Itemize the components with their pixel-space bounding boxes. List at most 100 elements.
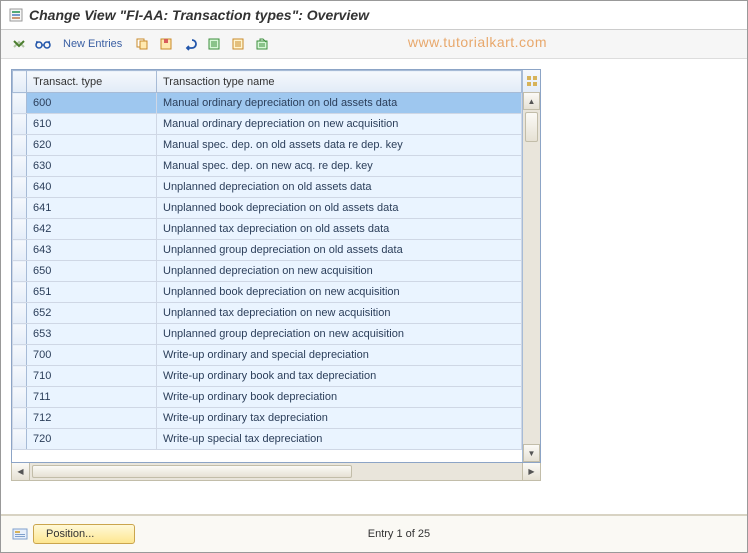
row-handle[interactable]: [13, 156, 27, 177]
row-handle[interactable]: [13, 429, 27, 450]
cell-type-code[interactable]: 643: [27, 240, 157, 261]
cell-type-name[interactable]: Write-up special tax depreciation: [157, 429, 522, 450]
row-handle[interactable]: [13, 198, 27, 219]
cell-type-name[interactable]: Write-up ordinary tax depreciation: [157, 408, 522, 429]
deselect-all-icon[interactable]: [228, 34, 248, 54]
column-header-name[interactable]: Transaction type name: [157, 71, 522, 93]
cell-type-code[interactable]: 652: [27, 303, 157, 324]
cell-type-code[interactable]: 641: [27, 198, 157, 219]
cell-type-name[interactable]: Unplanned tax depreciation on old assets…: [157, 219, 522, 240]
cell-type-name[interactable]: Write-up ordinary book depreciation: [157, 387, 522, 408]
cell-type-code[interactable]: 640: [27, 177, 157, 198]
cell-type-code[interactable]: 610: [27, 114, 157, 135]
cell-type-name[interactable]: Unplanned depreciation on old assets dat…: [157, 177, 522, 198]
position-icon: [11, 527, 29, 541]
table-row[interactable]: 642Unplanned tax depreciation on old ass…: [13, 219, 522, 240]
table-row[interactable]: 620Manual spec. dep. on old assets data …: [13, 135, 522, 156]
scroll-up-icon[interactable]: ▲: [523, 92, 540, 110]
table-row[interactable]: 652Unplanned tax depreciation on new acq…: [13, 303, 522, 324]
cell-type-code[interactable]: 620: [27, 135, 157, 156]
cell-type-code[interactable]: 710: [27, 366, 157, 387]
table-row[interactable]: 650Unplanned depreciation on new acquisi…: [13, 261, 522, 282]
title-bar: Change View "FI-AA: Transaction types": …: [1, 1, 747, 30]
cell-type-name[interactable]: Write-up ordinary book and tax depreciat…: [157, 366, 522, 387]
grid-settings-icon[interactable]: [522, 70, 540, 92]
entry-status-text: Entry 1 of 25: [368, 528, 430, 540]
row-handle[interactable]: [13, 261, 27, 282]
cell-type-name[interactable]: Manual ordinary depreciation on new acqu…: [157, 114, 522, 135]
row-handle[interactable]: [13, 219, 27, 240]
row-handle[interactable]: [13, 387, 27, 408]
row-handle[interactable]: [13, 93, 27, 114]
row-handle[interactable]: [13, 240, 27, 261]
hscroll-thumb[interactable]: [32, 465, 352, 478]
cell-type-name[interactable]: Unplanned book depreciation on new acqui…: [157, 282, 522, 303]
cell-type-name[interactable]: Unplanned book depreciation on old asset…: [157, 198, 522, 219]
undo-icon[interactable]: [180, 34, 200, 54]
row-handle[interactable]: [13, 177, 27, 198]
row-handle[interactable]: [13, 282, 27, 303]
vertical-scrollbar[interactable]: ▲ ▼: [522, 92, 540, 462]
cell-type-code[interactable]: 712: [27, 408, 157, 429]
horizontal-scrollbar[interactable]: ◀ ▶: [11, 463, 541, 481]
cell-type-code[interactable]: 642: [27, 219, 157, 240]
position-button[interactable]: Position...: [33, 524, 135, 544]
table-row[interactable]: 711Write-up ordinary book depreciation: [13, 387, 522, 408]
cell-type-name[interactable]: Manual spec. dep. on new acq. re dep. ke…: [157, 156, 522, 177]
row-handle[interactable]: [13, 135, 27, 156]
scroll-right-icon[interactable]: ▶: [522, 463, 540, 480]
copy-icon[interactable]: [132, 34, 152, 54]
table-row[interactable]: 653Unplanned group depreciation on new a…: [13, 324, 522, 345]
row-handle[interactable]: [13, 366, 27, 387]
cell-type-name[interactable]: Unplanned group depreciation on old asse…: [157, 240, 522, 261]
toolbar: New Entries www.tutorialkart.com: [1, 30, 747, 59]
page-title: Change View "FI-AA: Transaction types": …: [29, 7, 369, 23]
cell-type-code[interactable]: 720: [27, 429, 157, 450]
cell-type-code[interactable]: 650: [27, 261, 157, 282]
cell-type-name[interactable]: Unplanned tax depreciation on new acquis…: [157, 303, 522, 324]
scroll-left-icon[interactable]: ◀: [12, 463, 30, 480]
transaction-types-table: Transact. type Transaction type name 600…: [12, 70, 522, 450]
cell-type-name[interactable]: Unplanned group depreciation on new acqu…: [157, 324, 522, 345]
row-handle[interactable]: [13, 345, 27, 366]
cell-type-name[interactable]: Manual spec. dep. on old assets data re …: [157, 135, 522, 156]
scroll-track[interactable]: [523, 110, 540, 444]
save-variant-icon[interactable]: [156, 34, 176, 54]
toggle-expand-icon[interactable]: [9, 34, 29, 54]
hscroll-track[interactable]: [30, 463, 522, 480]
cell-type-code[interactable]: 651: [27, 282, 157, 303]
table-row[interactable]: 643Unplanned group depreciation on old a…: [13, 240, 522, 261]
glasses-details-icon[interactable]: [33, 34, 53, 54]
scroll-down-icon[interactable]: ▼: [523, 444, 540, 462]
table-row[interactable]: 600Manual ordinary depreciation on old a…: [13, 93, 522, 114]
cell-type-name[interactable]: Manual ordinary depreciation on old asse…: [157, 93, 522, 114]
cell-type-name[interactable]: Unplanned depreciation on new acquisitio…: [157, 261, 522, 282]
row-handle-header[interactable]: [13, 71, 27, 93]
table-row[interactable]: 640Unplanned depreciation on old assets …: [13, 177, 522, 198]
row-handle[interactable]: [13, 324, 27, 345]
cell-type-code[interactable]: 653: [27, 324, 157, 345]
scroll-thumb[interactable]: [525, 112, 538, 142]
table-row[interactable]: 641Unplanned book depreciation on old as…: [13, 198, 522, 219]
table-row[interactable]: 710Write-up ordinary book and tax deprec…: [13, 366, 522, 387]
cell-type-code[interactable]: 700: [27, 345, 157, 366]
table-row[interactable]: 651Unplanned book depreciation on new ac…: [13, 282, 522, 303]
cell-type-code[interactable]: 711: [27, 387, 157, 408]
cell-type-name[interactable]: Write-up ordinary and special depreciati…: [157, 345, 522, 366]
select-all-icon[interactable]: [204, 34, 224, 54]
row-handle[interactable]: [13, 114, 27, 135]
column-header-type[interactable]: Transact. type: [27, 71, 157, 93]
table-export-icon[interactable]: [252, 34, 272, 54]
content-area: Transact. type Transaction type name 600…: [1, 59, 747, 491]
table-row[interactable]: 700Write-up ordinary and special depreci…: [13, 345, 522, 366]
table-row[interactable]: 610Manual ordinary depreciation on new a…: [13, 114, 522, 135]
footer-bar: Position... Entry 1 of 25: [1, 514, 747, 552]
new-entries-button[interactable]: New Entries: [57, 38, 128, 50]
row-handle[interactable]: [13, 408, 27, 429]
cell-type-code[interactable]: 630: [27, 156, 157, 177]
table-row[interactable]: 720Write-up special tax depreciation: [13, 429, 522, 450]
row-handle[interactable]: [13, 303, 27, 324]
cell-type-code[interactable]: 600: [27, 93, 157, 114]
table-row[interactable]: 630Manual spec. dep. on new acq. re dep.…: [13, 156, 522, 177]
table-row[interactable]: 712Write-up ordinary tax depreciation: [13, 408, 522, 429]
